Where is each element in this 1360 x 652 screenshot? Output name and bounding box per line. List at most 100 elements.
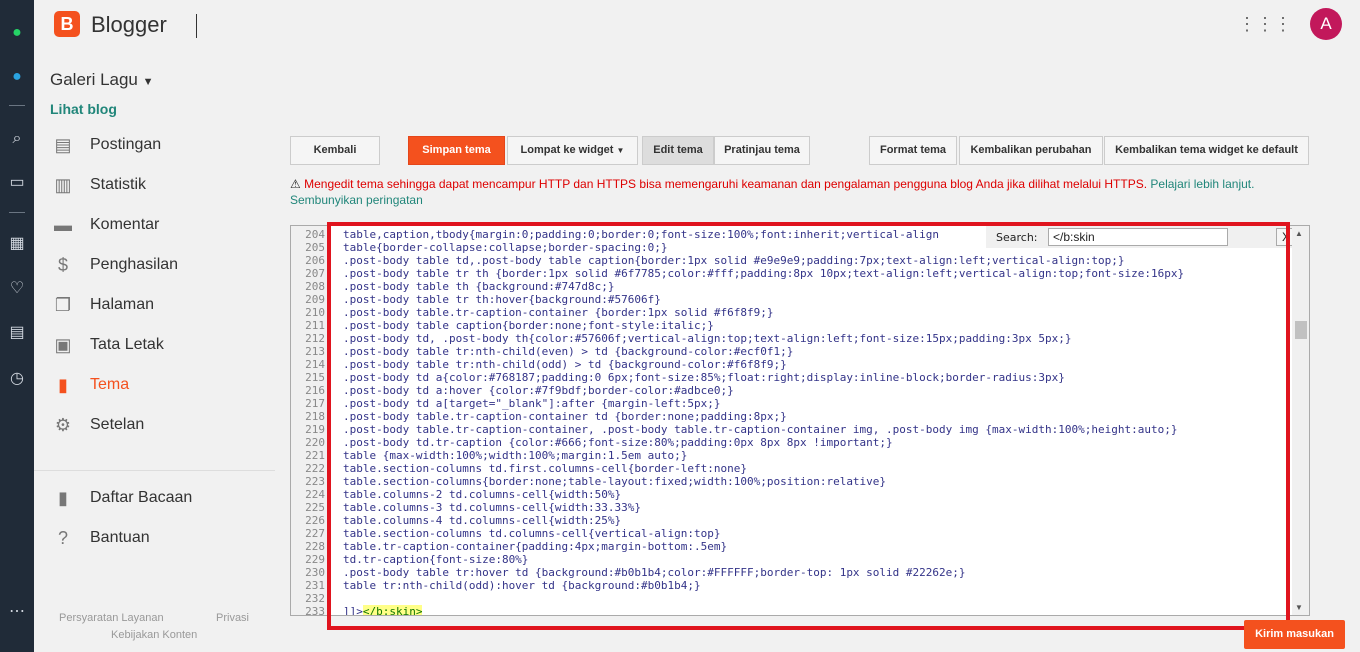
sidebar-item-postingan[interactable]: ▤ Postingan	[34, 125, 275, 165]
line-number: 205	[305, 241, 325, 254]
learn-more-link[interactable]: Pelajari lebih lanjut.	[1150, 177, 1254, 191]
line-number: 219	[305, 423, 325, 436]
telegram-icon[interactable]: ●	[5, 65, 29, 89]
privacy-link[interactable]: Privasi	[216, 612, 249, 624]
sidebar-item-label: Postingan	[90, 136, 162, 153]
blogger-logo-icon[interactable]: B	[54, 11, 80, 37]
posts-icon: ▤	[54, 135, 72, 155]
clock-icon[interactable]: ◷	[5, 367, 29, 391]
back-button[interactable]: Kembali	[290, 136, 380, 165]
line-number: 218	[305, 410, 325, 423]
divider	[9, 105, 25, 106]
layout-icon: ▣	[54, 335, 72, 355]
revert-changes-button[interactable]: Kembalikan perubahan	[959, 136, 1103, 165]
pages-icon: ❐	[54, 295, 72, 315]
search-icon[interactable]: ⌕	[5, 127, 29, 151]
apps-icon[interactable]: ▦	[5, 232, 29, 256]
bookmark-icon: ▮	[58, 488, 68, 508]
line-number: 206	[305, 254, 325, 267]
theme-icon: ▮	[58, 375, 68, 395]
sidebar-item-label: Statistik	[90, 176, 147, 193]
sidebar-item-label: Halaman	[90, 296, 155, 313]
scroll-down-icon[interactable]: ▼	[1295, 603, 1303, 612]
line-number: 227	[305, 527, 325, 540]
vertical-scrollbar[interactable]: ▲ ▼	[1292, 226, 1309, 615]
line-number: 212	[305, 332, 325, 345]
blog-selector[interactable]: Galeri Lagu ▼	[50, 70, 154, 90]
sidebar-item-tema[interactable]: ▮ Tema	[34, 365, 275, 405]
line-number: 216	[305, 384, 325, 397]
apps-grid-icon[interactable]: ⋮⋮⋮	[1238, 14, 1292, 35]
gear-icon: ⚙	[54, 415, 72, 435]
brand-name: Blogger	[91, 12, 167, 37]
scrollbar-thumb[interactable]	[1295, 321, 1307, 339]
hide-warning-link[interactable]: Sembunyikan peringatan	[290, 193, 423, 207]
content-policy-link[interactable]: Kebijakan Konten	[111, 629, 197, 641]
line-number: 207	[305, 267, 325, 280]
sidebar: Galeri Lagu ▼ Lihat blog ▤ Postingan ▥ Sta…	[34, 52, 275, 652]
heart-icon[interactable]: ♡	[5, 277, 29, 301]
sidebar-item-statistik[interactable]: ▥ Statistik	[34, 165, 275, 205]
whatsapp-icon[interactable]: ●	[5, 21, 29, 45]
send-feedback-button[interactable]: Kirim masukan	[1244, 620, 1345, 649]
sidebar-item-label: Tema	[90, 376, 130, 393]
sidebar-item-label: Komentar	[90, 216, 160, 233]
help-icon: ?	[57, 528, 68, 548]
more-icon[interactable]: ⋯	[5, 600, 29, 624]
view-blog-link[interactable]: Lihat blog	[50, 101, 117, 117]
sidebar-item-komentar[interactable]: ▬ Komentar	[34, 205, 275, 245]
line-number: 210	[305, 306, 325, 319]
sidebar-item-label: Bantuan	[90, 529, 150, 546]
line-number: 214	[305, 358, 325, 371]
sidebar-item-penghasilan[interactable]: $ Penghasilan	[34, 245, 275, 285]
line-number: 217	[305, 397, 325, 410]
sidebar-item-label: Setelan	[90, 416, 145, 433]
line-number: 225	[305, 501, 325, 514]
warning-text: Mengedit tema sehingga dapat mencampur H…	[304, 177, 1148, 191]
revert-widgets-button[interactable]: Kembalikan tema widget ke default	[1104, 136, 1309, 165]
jump-to-widget-dropdown[interactable]: Lompat ke widget ▼	[507, 136, 638, 165]
sidebar-item-bantuan[interactable]: ? Bantuan	[34, 518, 275, 558]
caret-down-icon: ▼	[142, 76, 154, 88]
blog-name: Galeri Lagu	[50, 70, 138, 89]
line-number: 224	[305, 488, 325, 501]
divider	[9, 212, 25, 213]
comment-icon: ▬	[54, 215, 72, 235]
notes-icon[interactable]: ▤	[5, 321, 29, 345]
scroll-up-icon[interactable]: ▲	[1295, 229, 1303, 238]
sidebar-item-halaman[interactable]: ❐ Halaman	[34, 285, 275, 325]
line-number: 223	[305, 475, 325, 488]
line-number: 211	[305, 319, 325, 332]
line-number: 215	[305, 371, 325, 384]
line-number: 229	[305, 553, 325, 566]
caret-down-icon: ▼	[616, 146, 625, 155]
edit-theme-tab[interactable]: Edit tema	[642, 136, 714, 165]
sidebar-item-label: Penghasilan	[90, 256, 179, 273]
sidebar-item-daftar-bacaan[interactable]: ▮ Daftar Bacaan	[34, 478, 275, 518]
line-number: 213	[305, 345, 325, 358]
line-number: 220	[305, 436, 325, 449]
line-number: 209	[305, 293, 325, 306]
terms-link[interactable]: Persyaratan Layanan	[59, 612, 164, 624]
line-number: 226	[305, 514, 325, 527]
line-number: 233	[305, 605, 325, 616]
dropdown-label: Lompat ke widget	[520, 144, 614, 156]
line-number: 230	[305, 566, 325, 579]
os-dock: ● ● ⌕ ▭ ▦ ♡ ▤ ◷ ⋯	[0, 0, 34, 652]
avatar[interactable]: A	[1310, 8, 1342, 40]
sidebar-item-tata-letak[interactable]: ▣ Tata Letak	[34, 325, 275, 365]
format-theme-button[interactable]: Format tema	[869, 136, 957, 165]
line-number: 232	[305, 592, 325, 605]
highlight-annotation-box	[327, 222, 1290, 630]
stats-icon: ▥	[54, 175, 72, 195]
wallet-icon[interactable]: ▭	[5, 171, 29, 195]
preview-theme-tab[interactable]: Pratinjau tema	[714, 136, 810, 165]
save-theme-button[interactable]: Simpan tema	[408, 136, 505, 165]
sidebar-item-setelan[interactable]: ⚙ Setelan	[34, 405, 275, 445]
divider	[196, 14, 197, 38]
app-header: B Blogger ⋮⋮⋮ A	[34, 0, 1360, 52]
sidebar-item-label: Daftar Bacaan	[90, 489, 193, 506]
line-number: 228	[305, 540, 325, 553]
line-number: 221	[305, 449, 325, 462]
line-number: 222	[305, 462, 325, 475]
